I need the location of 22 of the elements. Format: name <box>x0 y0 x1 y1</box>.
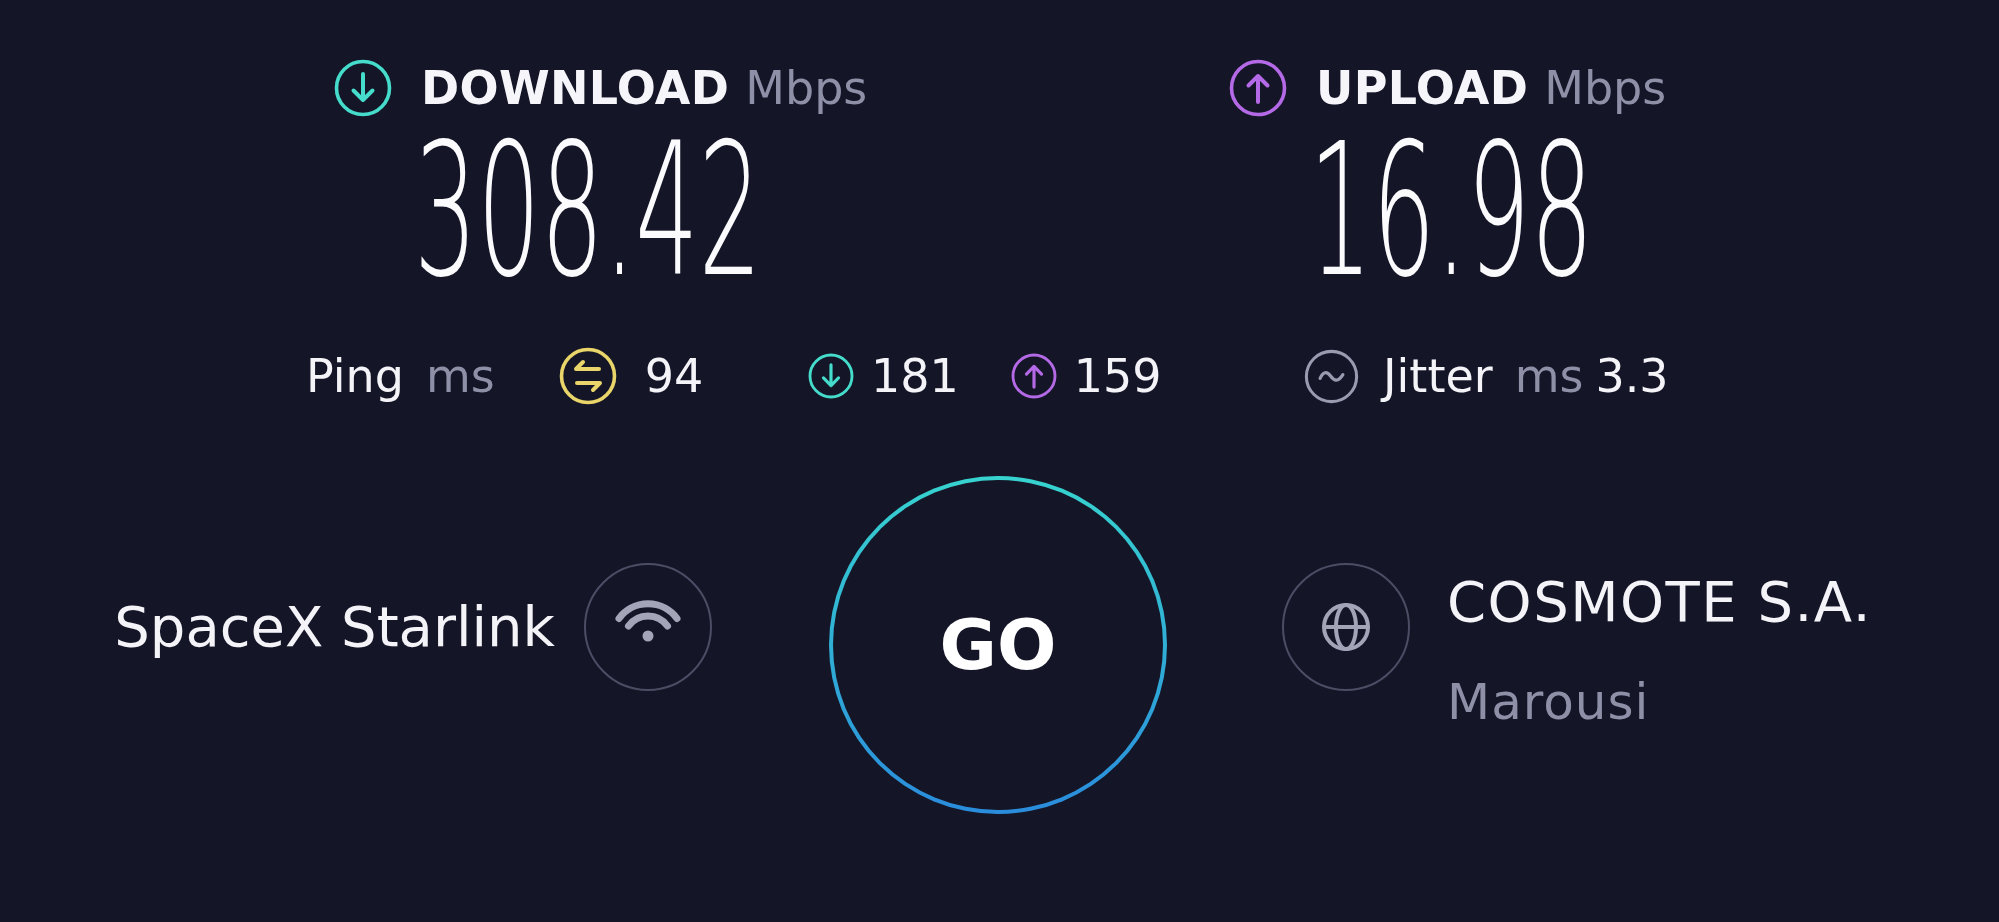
upload-speed-value: 16.98 <box>1309 118 1594 302</box>
server-name: COSMOTE S.A. <box>1447 568 1872 636</box>
upload-label: UPLOAD <box>1316 65 1529 111</box>
arrow-down-icon <box>334 59 392 117</box>
wifi-icon <box>584 563 712 691</box>
download-speed-value: 308.42 <box>414 118 762 302</box>
download-latency-value: 181 <box>871 350 959 402</box>
ping-label: Ping <box>306 350 404 402</box>
provider-name: SpaceX Starlink <box>114 593 555 661</box>
server-location: Marousi <box>1447 672 1651 733</box>
upload-latency-value: 159 <box>1073 350 1162 402</box>
globe-icon <box>1282 563 1410 691</box>
unit-label: ms <box>425 350 495 402</box>
arrow-up-icon <box>1010 353 1057 399</box>
wave-icon <box>1304 348 1359 404</box>
jitter-value: 3.3 <box>1595 350 1669 402</box>
swap-arrows-icon <box>558 347 617 405</box>
download-label: DOWNLOAD <box>421 65 730 111</box>
ping-value: 94 <box>644 350 704 402</box>
unit-label: ms <box>1514 350 1584 402</box>
arrow-up-icon <box>1229 59 1287 117</box>
arrow-down-icon <box>808 353 854 399</box>
